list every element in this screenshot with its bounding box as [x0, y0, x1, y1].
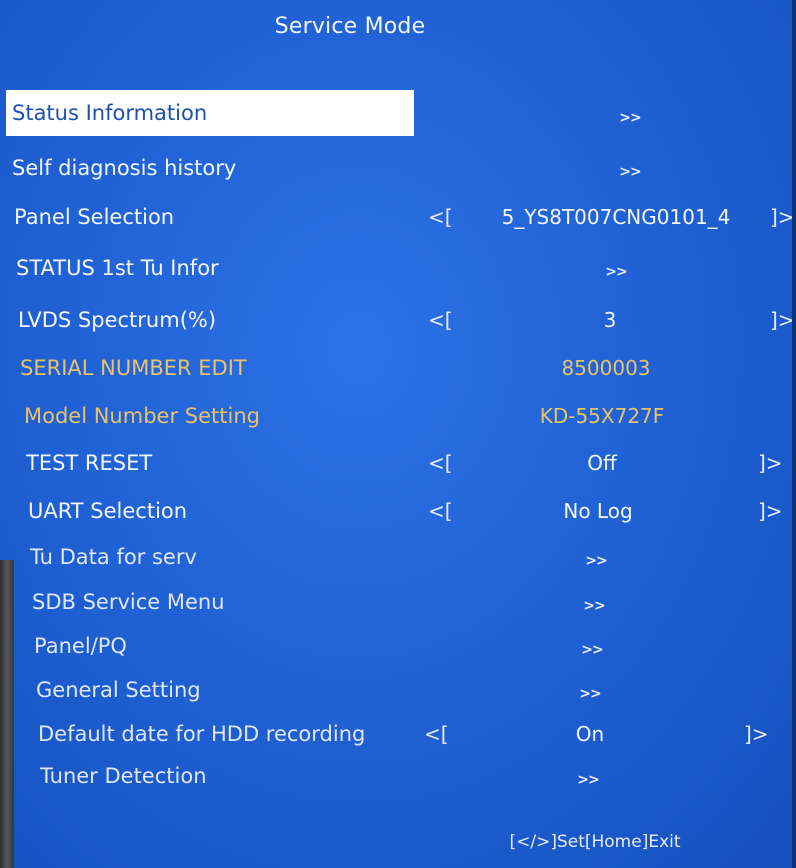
menu-item-tuner-detection[interactable]: Tuner Detection >> — [0, 756, 796, 796]
left-bracket-icon[interactable]: <[ — [428, 443, 453, 483]
menu-item-label: Default date for HDD recording — [38, 722, 366, 746]
right-bracket-icon[interactable]: ]> — [770, 300, 795, 340]
menu-item-label: Tuner Detection — [40, 764, 207, 788]
menu-item-status-information[interactable]: Status Information >> — [0, 90, 796, 136]
menu-item-tu-data-for-serv[interactable]: Tu Data for serv >> — [0, 537, 796, 577]
menu-item-uart-selection[interactable]: UART Selection <[ No Log ]> — [0, 491, 796, 531]
left-bracket-icon[interactable]: <[ — [428, 197, 453, 237]
menu-item-label: Panel/PQ — [34, 634, 127, 658]
tv-screen: Service Mode Status Information >> Self … — [0, 0, 796, 868]
option-value: No Log — [563, 499, 633, 523]
tv-bezel-right — [792, 0, 796, 868]
menu-item-label: Status Information — [6, 90, 414, 136]
submenu-arrow-icon: >> — [577, 772, 599, 788]
submenu-arrow-icon: >> — [605, 264, 627, 280]
page-title: Service Mode — [274, 14, 426, 39]
tv-bezel-left — [0, 560, 14, 868]
option-value: Off — [587, 451, 617, 475]
model-number-value: KD-55X727F — [539, 404, 665, 428]
menu-item-label: SERIAL NUMBER EDIT — [20, 356, 247, 380]
menu-item-label: Panel Selection — [14, 205, 175, 229]
submenu-arrow-icon: >> — [585, 553, 607, 569]
key-hint-footer: [</>]Set[Home]Exit — [509, 832, 681, 852]
menu-item-default-date-hdd-recording[interactable]: Default date for HDD recording <[ On ]> — [0, 714, 796, 754]
menu-item-label: LVDS Spectrum(%) — [18, 308, 217, 332]
menu-item-label: Self diagnosis history — [12, 156, 237, 180]
menu-item-label: Tu Data for serv — [30, 545, 197, 569]
menu-item-self-diagnosis-history[interactable]: Self diagnosis history >> — [0, 148, 796, 188]
submenu-arrow-icon: >> — [579, 686, 601, 702]
right-bracket-icon[interactable]: ]> — [758, 491, 783, 531]
right-bracket-icon[interactable]: ]> — [758, 443, 783, 483]
menu-item-status-1st-tu-infor[interactable]: STATUS 1st Tu Infor >> — [0, 248, 796, 288]
menu-item-serial-number-edit[interactable]: SERIAL NUMBER EDIT 8500003 — [0, 348, 796, 388]
menu-item-lvds-spectrum[interactable]: LVDS Spectrum(%) <[ 3 ]> — [0, 300, 796, 340]
serial-number-value: 8500003 — [561, 356, 651, 380]
menu-item-sdb-service-menu[interactable]: SDB Service Menu >> — [0, 582, 796, 622]
right-bracket-icon[interactable]: ]> — [744, 714, 769, 754]
menu-item-label: Model Number Setting — [24, 404, 260, 428]
menu-item-model-number-setting[interactable]: Model Number Setting KD-55X727F — [0, 396, 796, 436]
submenu-arrow-icon: >> — [619, 110, 641, 126]
menu-item-general-setting[interactable]: General Setting >> — [0, 670, 796, 710]
submenu-arrow-icon: >> — [583, 598, 605, 614]
option-value: On — [575, 722, 605, 746]
menu-item-label: TEST RESET — [26, 451, 153, 475]
submenu-arrow-icon: >> — [581, 642, 603, 658]
menu-item-label: STATUS 1st Tu Infor — [16, 256, 219, 280]
right-bracket-icon[interactable]: ]> — [770, 197, 795, 237]
option-value: 3 — [603, 308, 617, 332]
menu-item-label: SDB Service Menu — [32, 590, 225, 614]
left-bracket-icon[interactable]: <[ — [428, 300, 453, 340]
menu-item-label: UART Selection — [28, 499, 188, 523]
menu-item-label: General Setting — [36, 678, 201, 702]
menu-item-test-reset[interactable]: TEST RESET <[ Off ]> — [0, 443, 796, 483]
menu-item-panel-pq[interactable]: Panel/PQ >> — [0, 626, 796, 666]
submenu-arrow-icon: >> — [619, 164, 641, 180]
option-value: 5_YS8T007CNG0101_4 — [501, 205, 731, 229]
menu-item-panel-selection[interactable]: Panel Selection <[ 5_YS8T007CNG0101_4 ]> — [0, 197, 796, 237]
